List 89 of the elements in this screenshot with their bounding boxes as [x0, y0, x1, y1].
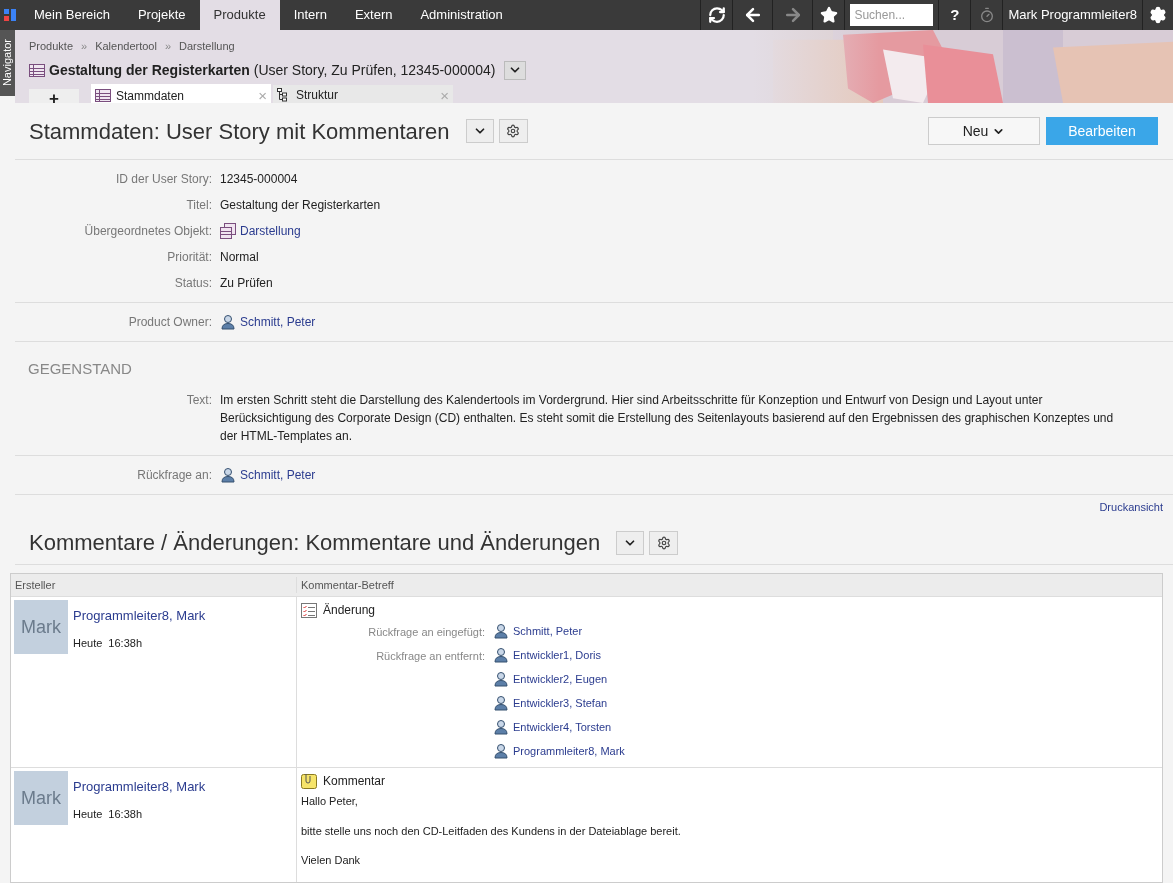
- person-icon: [493, 623, 509, 639]
- tab-label: Struktur: [296, 87, 339, 103]
- person-icon: [493, 647, 509, 663]
- person-link[interactable]: Entwickler3, Stefan: [513, 694, 608, 712]
- tab-label: Stammdaten: [116, 87, 186, 103]
- nav-tab[interactable]: Projekte: [123, 0, 200, 30]
- object-details: (User Story, Zu Prüfen, 12345-000004): [253, 60, 496, 80]
- breadcrumb-separator: »: [81, 39, 88, 54]
- dropdown-button[interactable]: [616, 530, 645, 555]
- comment-time: 16:38h: [108, 635, 142, 651]
- object-title: Gestaltung der Registerkarten: [49, 60, 250, 80]
- object-icon: [220, 223, 236, 239]
- change-label: Rückfrage an eingefügt:: [367, 625, 486, 640]
- comment-time: 16:38h: [108, 806, 142, 822]
- stopwatch-icon: [978, 7, 995, 23]
- field-value: 12345-000004: [220, 171, 299, 188]
- star-icon: [819, 6, 838, 24]
- field-label: ID der User Story:: [114, 171, 213, 188]
- comment-day: Heute: [73, 805, 103, 822]
- comment-paragraph: Hallo Peter,: [301, 794, 359, 809]
- person-link[interactable]: Entwickler2, Eugen: [513, 670, 608, 688]
- dropdown-button[interactable]: [465, 119, 494, 143]
- column-header: Ersteller: [11, 576, 297, 594]
- person-icon: [493, 743, 509, 759]
- settings-icon: [1149, 6, 1167, 24]
- field-label: Status:: [173, 275, 213, 292]
- field-value: Gestaltung der Registerkarten: [220, 197, 382, 214]
- comment-subject: Änderung: [323, 602, 376, 619]
- nav-tab[interactable]: Produkte: [199, 0, 280, 30]
- person-link[interactable]: Schmitt, Peter: [513, 622, 583, 640]
- tab[interactable]: Struktur ×: [273, 84, 453, 103]
- nav-tab[interactable]: Intern: [279, 0, 341, 30]
- author-link[interactable]: Programmleiter8, Mark: [73, 606, 206, 626]
- comment-subject: Kommentar: [323, 773, 386, 790]
- navigator-handle[interactable]: Navigator: [0, 30, 15, 96]
- group-heading: GEGENSTAND: [27, 359, 133, 379]
- person-icon: [220, 466, 236, 483]
- nav-tab[interactable]: Administration: [406, 0, 517, 30]
- field-label: Text:: [185, 391, 213, 409]
- settings-icon: [506, 124, 521, 138]
- comment-paragraph: bitte stelle uns noch den CD-Leitfaden des Kundens in der Dateiablage bereit.: [301, 823, 682, 839]
- person-link[interactable]: Entwickler4, Torsten: [513, 718, 612, 736]
- breadcrumb-link[interactable]: Produkte: [29, 38, 74, 55]
- field-value: Im ersten Schritt steht die Darstellung des Kalendertools im Vordergrund. Hier sind Arbeitsschritte für Konzeption und Entwurf von Design und Layout unter Berücksichtigung des Corporate Design (CD) enthalten. Es steht somit die Erstellung des Seitenlayouts basierend auf den Ergebnissen des graphischen Konzeptes und der HTML-Templates an.: [220, 391, 1115, 445]
- comment-paragraph: Vielen Dank: [301, 853, 362, 868]
- settings-icon: [656, 535, 671, 550]
- person-icon: [493, 695, 509, 711]
- field-link[interactable]: Schmitt, Peter: [240, 465, 316, 484]
- person-link[interactable]: Programmleiter8, Mark: [513, 742, 625, 760]
- breadcrumb-link[interactable]: Darstellung: [179, 38, 235, 55]
- list-icon: [29, 63, 45, 77]
- tab[interactable]: Stammdaten ×: [91, 83, 271, 103]
- note-icon: [301, 773, 317, 789]
- field-label: Titel:: [185, 197, 213, 214]
- field-value: Zu Prüfen: [220, 275, 274, 292]
- field-label: Priorität:: [166, 249, 213, 266]
- nav-tab[interactable]: Mein Bereich: [20, 0, 124, 30]
- column-header: Kommentar-Betreff: [300, 577, 394, 593]
- new-button[interactable]: Neu: [928, 117, 1040, 145]
- checklist-icon: [301, 602, 317, 618]
- person-icon: [493, 671, 509, 687]
- breadcrumb-link[interactable]: Kalendertool: [95, 38, 157, 55]
- breadcrumb-separator: »: [164, 39, 172, 54]
- field-label: Product Owner:: [127, 314, 213, 331]
- field-link[interactable]: Darstellung: [240, 222, 301, 240]
- person-icon: [493, 719, 509, 735]
- field-label: Rückfrage an:: [136, 466, 213, 484]
- field-value: Normal: [220, 249, 260, 266]
- print-view-link[interactable]: Druckansicht: [1099, 498, 1163, 515]
- app-logo-icon[interactable]: [4, 9, 16, 21]
- person-link[interactable]: Entwickler1, Doris: [513, 646, 602, 664]
- comment-day: Heute: [73, 634, 103, 651]
- settings-button[interactable]: [649, 530, 679, 555]
- nav-tab[interactable]: Extern: [340, 0, 407, 30]
- list-icon: [95, 89, 111, 102]
- change-label: Rückfrage an entfernt:: [375, 649, 486, 664]
- section-title: Stammdaten: User Story mit Kommentaren: [29, 117, 450, 146]
- add-tab-button[interactable]: +: [29, 88, 79, 103]
- person-icon: [220, 314, 236, 330]
- settings-button[interactable]: [498, 119, 528, 143]
- search-field[interactable]: Suchen...: [850, 4, 934, 26]
- refresh-icon: [707, 6, 726, 24]
- author-link[interactable]: Programmleiter8, Mark: [73, 777, 206, 797]
- field-label: Übergeordnetes Objekt:: [83, 223, 213, 240]
- avatar: Mark: [14, 771, 68, 825]
- section-title: Kommentare / Änderungen: Kommentare und Änderungen: [29, 529, 601, 557]
- dropdown-button[interactable]: [503, 60, 526, 80]
- avatar: Mark: [14, 600, 68, 654]
- field-link[interactable]: Schmitt, Peter: [240, 313, 316, 331]
